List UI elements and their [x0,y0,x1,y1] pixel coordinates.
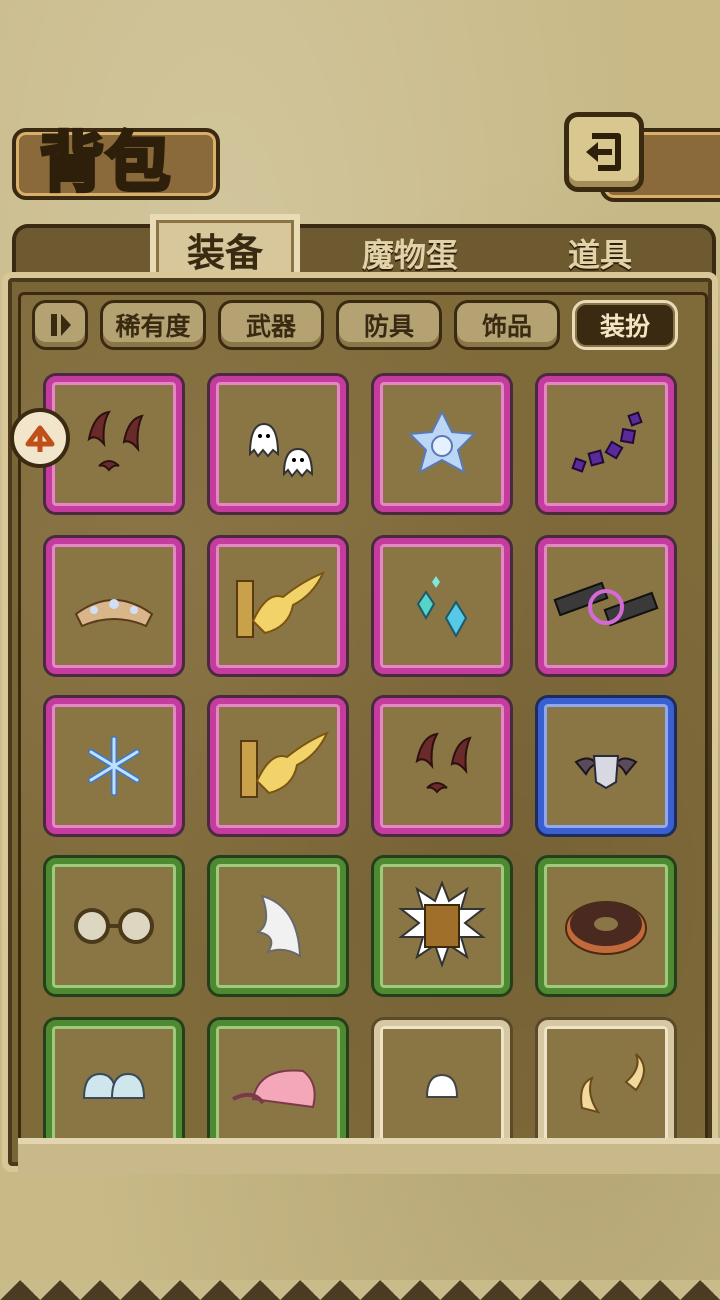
crystals-icon [416,576,468,639]
tribal-mask-icon [398,880,486,969]
winged-helmet-icon [574,755,638,790]
item-slot[interactable] [210,538,346,674]
tab-items[interactable]: 道具 [520,230,680,276]
filter-costume-button[interactable]: 装扮 [572,300,678,350]
pink-cap-icon [232,1069,316,1109]
item-slot[interactable] [46,698,182,834]
item-slot[interactable] [538,376,674,512]
zigzag-border-top [0,0,720,20]
tiara-icon [74,599,154,628]
horns-icon [580,1053,645,1114]
item-slot[interactable] [374,538,510,674]
item-slot[interactable] [374,1020,510,1156]
item-slot[interactable] [374,376,510,512]
sort-toggle-button[interactable] [32,300,88,350]
zigzag-border-bottom [0,1260,720,1300]
panel-bottom-bar [18,1138,720,1174]
golden-dove-emblem-icon [236,571,325,638]
sort-icon [51,314,71,336]
item-slot[interactable] [46,538,182,674]
filter-accessory-button[interactable]: 饰品 [454,300,560,350]
snowflake-icon [88,736,140,796]
item-slot[interactable] [210,858,346,994]
bats-icon [87,410,144,472]
bats-icon [415,732,472,794]
item-slot[interactable] [538,698,674,834]
round-glasses-icon [74,908,154,944]
item-slot[interactable] [210,1020,346,1156]
item-slot[interactable] [374,858,510,994]
filter-weapon-button[interactable]: 武器 [218,300,324,350]
donut-icon [565,901,647,955]
golden-dove-emblem-icon [240,731,329,798]
page-title: 背包 [38,125,172,203]
item-slot[interactable] [46,858,182,994]
item-slot[interactable] [538,1020,674,1156]
item-slot[interactable] [46,1020,182,1156]
purple-gems-icon [571,411,643,473]
tab-monster-egg[interactable]: 魔物蛋 [330,230,490,276]
ghosts-icon [248,422,314,478]
shells-icon [82,1072,146,1099]
white-wing-icon [255,894,302,958]
back-arrow-icon [586,133,621,171]
ice-flower-icon [407,409,477,475]
item-slot[interactable] [538,538,674,674]
scroll-top-button[interactable] [10,408,70,468]
item-slot[interactable] [538,858,674,994]
item-slot[interactable] [374,698,510,834]
back-button[interactable] [564,112,644,192]
item-slot[interactable] [210,376,346,512]
filter-rarity-button[interactable]: 稀有度 [100,300,206,350]
item-slot[interactable] [210,698,346,834]
filter-armor-button[interactable]: 防具 [336,300,442,350]
mech-gun-icon [553,581,659,627]
small-shell-icon [425,1073,459,1098]
up-arrow-icon [25,425,55,452]
